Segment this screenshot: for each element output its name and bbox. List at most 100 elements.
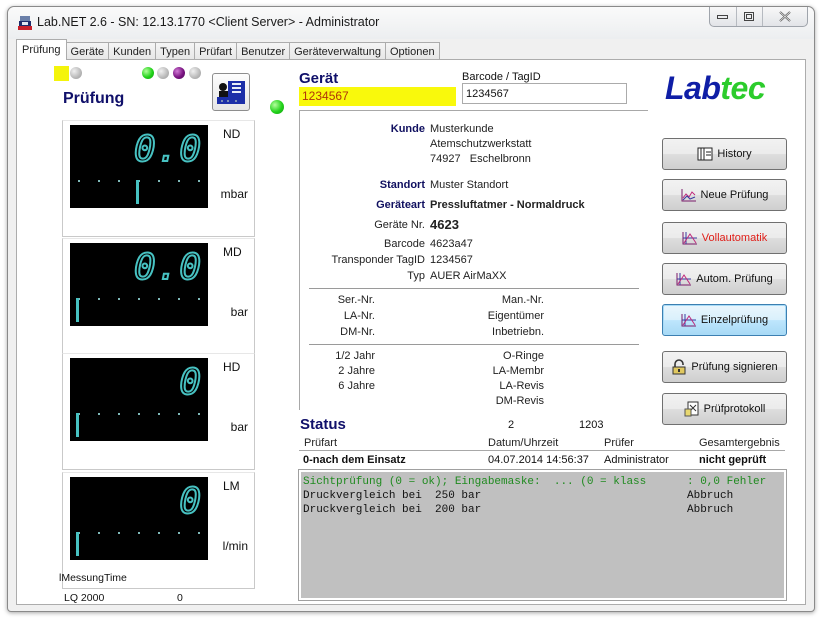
- scale-tick: [198, 298, 200, 300]
- einzelpruefung-button[interactable]: Einzelprüfung: [662, 304, 787, 336]
- gauge-name: MD: [223, 245, 242, 259]
- gauge-value: 0.0: [133, 129, 202, 170]
- geraeteart-label: Geräteart: [376, 199, 425, 211]
- standort-label: Standort: [379, 179, 425, 191]
- la-revis-label: LA-Revis: [499, 380, 544, 392]
- history-button[interactable]: History: [662, 138, 787, 170]
- inbetriebn-label: Inbetriebn.: [492, 326, 544, 338]
- gauge-scale: [76, 532, 200, 556]
- device-station-button[interactable]: [212, 73, 250, 111]
- chart-icon: [676, 273, 692, 286]
- protocol-icon: [684, 401, 699, 417]
- chart-icon: [682, 232, 697, 245]
- device-info-panel: Kunde Standort Geräteart Geräte Nr. Barc…: [299, 110, 648, 410]
- status-id: 1203: [579, 419, 604, 431]
- gauge-scale: [78, 180, 200, 204]
- tab-kunden[interactable]: Kunden: [108, 42, 157, 60]
- geraeteart-value: Pressluftatmer - Normaldruck: [430, 199, 585, 211]
- app-icon: [18, 16, 32, 30]
- tab-optionen[interactable]: Optionen: [384, 42, 440, 60]
- vollautomatik-button[interactable]: Vollautomatik: [662, 222, 787, 254]
- tab-benutzer[interactable]: Benutzer: [236, 42, 291, 60]
- scale-tick: [98, 413, 100, 415]
- tab-pruefart[interactable]: Prüfart: [194, 42, 238, 60]
- gauge-unit: bar: [230, 420, 248, 434]
- gauge-value: 0: [178, 362, 202, 403]
- la-membr-label: LA-Membr: [492, 365, 544, 377]
- typ-value: AUER AirMaXX: [430, 270, 507, 282]
- scale-tick: [98, 180, 100, 182]
- lock-icon: [672, 359, 686, 375]
- scale-tick: [158, 298, 160, 300]
- gauge-hd: 0 HD bar: [62, 353, 255, 470]
- column-header-gesamtergebnis[interactable]: Gesamtergebnis: [699, 437, 780, 449]
- indicator-led-green: [142, 67, 154, 79]
- status-count: 2: [508, 419, 515, 431]
- indicator-led-purple: [173, 67, 185, 79]
- tab-geraeteverwaltung[interactable]: Geräteverwaltung: [289, 42, 386, 60]
- gauge-unit: mbar: [220, 187, 248, 201]
- typ-label: Typ: [407, 270, 425, 282]
- gauge-scale: [76, 298, 200, 322]
- man-nr-label: Man.-Nr.: [501, 294, 544, 306]
- maximize-icon: [744, 11, 754, 21]
- scale-tick: [138, 298, 140, 300]
- gauge-name: ND: [223, 127, 241, 141]
- cell-pruefart: 0-nach dem Einsatz: [303, 454, 406, 466]
- chart-icon: [681, 189, 696, 202]
- indicator-led-gray: [157, 67, 169, 79]
- neue-pruefung-button[interactable]: Neue Prüfung: [662, 179, 787, 211]
- scale-tick: [138, 532, 140, 534]
- divider: [309, 288, 639, 289]
- minimize-icon: [717, 14, 728, 19]
- indicator-yellow: [54, 66, 69, 81]
- barcode-label: Barcode / TagID: [462, 71, 541, 83]
- column-header-pruefart[interactable]: Prüfart: [304, 437, 337, 449]
- tab-pruefung[interactable]: Prüfung: [16, 39, 67, 60]
- column-header-datum[interactable]: Datum/Uhrzeit: [488, 437, 558, 449]
- indicator-led-gray: [70, 67, 82, 79]
- minimize-button[interactable]: [710, 7, 737, 26]
- status-led-green: [270, 100, 284, 114]
- gauge-name: LM: [223, 479, 240, 493]
- scale-tick: [118, 180, 120, 182]
- maximize-button[interactable]: [737, 7, 763, 26]
- gauge-name: HD: [223, 360, 241, 374]
- scale-tick: [118, 532, 120, 534]
- scale-tick: [198, 180, 200, 182]
- transponder-label: Transponder TagID: [331, 254, 425, 266]
- device-model-label: LQ 2000: [64, 592, 105, 604]
- history-icon: [697, 147, 713, 161]
- column-header-pruefer[interactable]: Prüfer: [604, 437, 634, 449]
- table-row[interactable]: 0-nach dem Einsatz 04.07.2014 14:56:37 A…: [299, 450, 785, 468]
- scale-tick: [138, 413, 140, 415]
- pruefprotokoll-button[interactable]: Prüfprotokoll: [662, 393, 787, 425]
- gauge-display: 0.0: [70, 125, 208, 208]
- o-ringe-label: O-Ringe: [503, 350, 544, 362]
- tab-typen[interactable]: Typen: [155, 42, 196, 60]
- kunde-label: Kunde: [390, 123, 425, 135]
- log-line: Druckvergleich bei 200 bar Abbruch: [303, 504, 734, 516]
- close-button[interactable]: [763, 7, 807, 26]
- autom-pruefung-button[interactable]: Autom. Prüfung: [662, 263, 787, 295]
- la-nr-label: LA-Nr.: [343, 310, 375, 322]
- zwei-jahre-label: 2 Jahre: [338, 365, 375, 377]
- tab-content-pruefung: Prüfung 0.0 ND mbar 0.0 MD bar 0 HD bar …: [16, 59, 806, 605]
- gauge-needle: [76, 413, 79, 437]
- gauge-display: 0: [70, 358, 208, 441]
- result-log[interactable]: Sichtprüfung (0 = ok); Eingabemaske: ...…: [298, 469, 787, 601]
- tab-geraete[interactable]: Geräte: [65, 42, 110, 60]
- window-controls: [709, 7, 808, 27]
- divider: [309, 344, 639, 345]
- barcode-input[interactable]: [462, 83, 627, 104]
- cell-gesamtergebnis: nicht geprüft: [699, 454, 767, 466]
- geraet-id-field[interactable]: 1234567: [299, 87, 456, 106]
- kunde-city: 74927 Eschelbronn: [430, 153, 531, 165]
- standort-value: Muster Standort: [430, 179, 509, 191]
- gauge-unit: bar: [230, 305, 248, 319]
- eigentuemer-label: Eigentümer: [487, 310, 544, 322]
- scale-tick: [198, 413, 200, 415]
- pruefung-signieren-button[interactable]: Prüfung signieren: [662, 351, 787, 383]
- geraet-heading: Gerät: [299, 70, 339, 87]
- transponder-value: 1234567: [430, 254, 473, 266]
